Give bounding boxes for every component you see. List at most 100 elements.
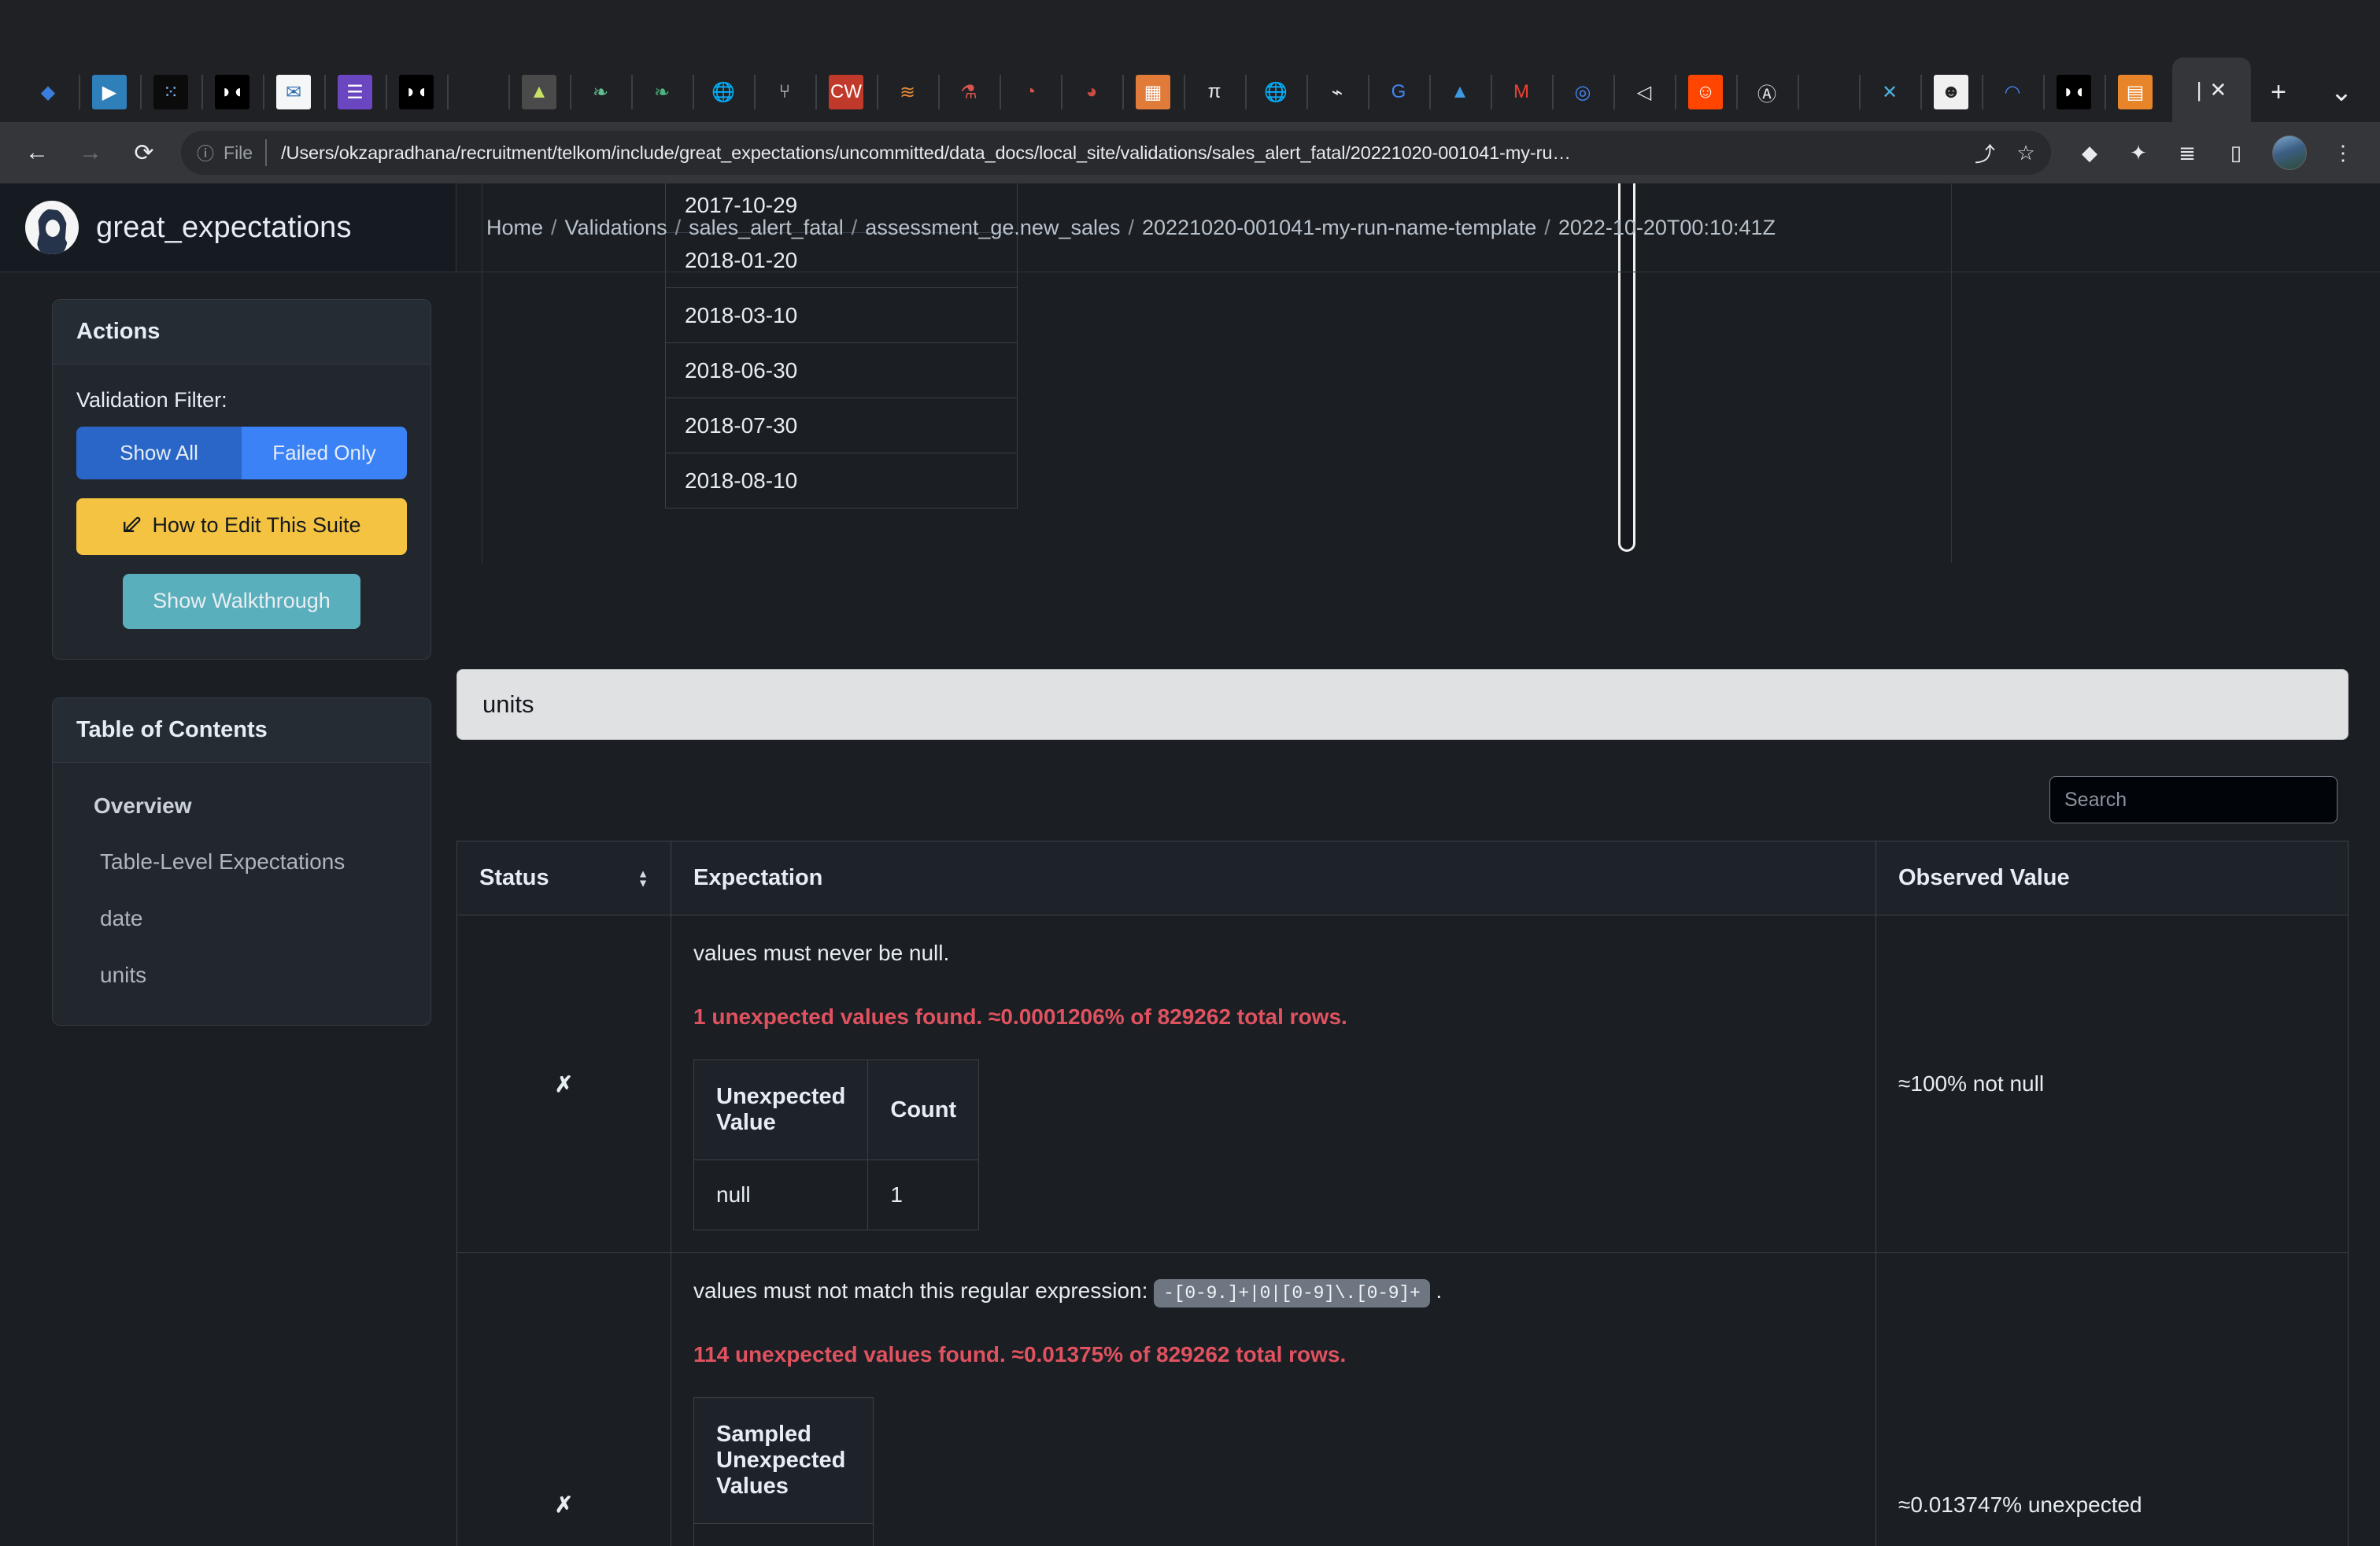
- breadcrumb-item-4[interactable]: 20221020-001041-my-run-name-template: [1142, 216, 1536, 239]
- tab-favicon-medium-2[interactable]: ◗◖: [386, 62, 447, 122]
- tab-favicon-layers-orange[interactable]: ≋: [877, 62, 938, 122]
- new-tab-button[interactable]: +: [2251, 62, 2306, 122]
- tab-favicon-ellipse-red[interactable]: ◔: [1000, 62, 1061, 122]
- tab-favicon-globe-blue[interactable]: 🌐: [693, 62, 754, 122]
- tab-favicon-gmail-glyph: M: [1504, 75, 1539, 109]
- toc-item-table-level-expectations[interactable]: Table-Level Expectations: [76, 842, 407, 882]
- tab-favicon-medium-3[interactable]: ◗◖: [2043, 62, 2105, 122]
- column-header-status[interactable]: Status ▲▼: [457, 841, 671, 915]
- url-text[interactable]: /Users/okzapradhana/recruitment/telkom/i…: [281, 142, 1964, 164]
- browser-menu-icon[interactable]: ⋮: [2319, 128, 2367, 177]
- expectation-text: values must not match this regular expre…: [693, 1275, 1853, 1306]
- toc-item-date[interactable]: date: [76, 899, 407, 938]
- extension-diamond-icon[interactable]: ◆: [2065, 128, 2114, 177]
- close-icon[interactable]: ✕: [2209, 78, 2227, 102]
- toc-item-overview[interactable]: Overview: [76, 786, 407, 826]
- unexpected-value-row: null1: [694, 1160, 979, 1230]
- tab-favicon-medium[interactable]: ◗◖: [201, 62, 263, 122]
- tab-favicon-app-orange[interactable]: ▦: [1122, 62, 1184, 122]
- chevron-down-icon[interactable]: ⌄: [2314, 62, 2369, 122]
- actions-panel: Actions Validation Filter: Show All Fail…: [52, 299, 431, 660]
- tab-favicon-google[interactable]: G: [1368, 62, 1429, 122]
- tab-favicon-stackoverflow[interactable]: ⌁: [1306, 62, 1368, 122]
- tab-favicon-reddit[interactable]: ☺: [1675, 62, 1736, 122]
- back-button[interactable]: ←: [13, 128, 61, 177]
- show-walkthrough-button[interactable]: Show Walkthrough: [123, 574, 360, 629]
- media-playlist-icon[interactable]: ≣: [2163, 128, 2212, 177]
- browser-window: ◆▶⁙◗◖✉☰◗◖▲❧❧🌐⑂CW≋⚗◔◕▦π🌐⌁G▲M◎◁☺Ⓐ✕☻◠◗◖▤ | …: [0, 0, 2380, 1546]
- tab-favicon-sound[interactable]: ◁: [1613, 62, 1675, 122]
- tab-favicon-pi-white[interactable]: π: [1184, 62, 1245, 122]
- tab-favicon-x-colorful[interactable]: ✕: [1859, 62, 1920, 122]
- tab-favicon-google-cloud[interactable]: ◠: [1982, 62, 2043, 122]
- tab-favicon-ellipse-red-2[interactable]: ◕: [1061, 62, 1122, 122]
- side-panel-icon[interactable]: ▯: [2212, 128, 2260, 177]
- tab-favicon-gmail[interactable]: M: [1491, 62, 1552, 122]
- puzzle-extensions-icon[interactable]: ✦: [2114, 128, 2163, 177]
- tab-favicon-profile-photo-glyph: ☻: [1934, 75, 1968, 109]
- tab-favicon-medium-3-glyph: ◗◖: [2057, 75, 2091, 109]
- column-header-expectation[interactable]: Expectation: [671, 841, 1876, 915]
- observed-value-cell: ≈100% not null: [1876, 915, 2349, 1253]
- failed-only-button[interactable]: Failed Only: [242, 427, 407, 479]
- page-body: Actions Validation Filter: Show All Fail…: [0, 272, 2380, 1546]
- avatar[interactable]: [2265, 128, 2314, 177]
- sort-arrows-icon[interactable]: ▲▼: [638, 870, 649, 886]
- active-tab[interactable]: | ✕: [2172, 57, 2251, 122]
- breadcrumb-item-0[interactable]: Home: [486, 216, 543, 239]
- expectation-cell: values must never be null.1 unexpected v…: [671, 915, 1876, 1253]
- tab-favicon-leaf-green[interactable]: ❧: [570, 62, 631, 122]
- breadcrumb-item-5[interactable]: 2022-10-20T00:10:41Z: [1558, 216, 1776, 239]
- tab-favicon-book-orange[interactable]: ▤: [2105, 62, 2166, 122]
- brand[interactable]: great_expectations: [0, 183, 456, 272]
- tab-favicon-stackoverflow-glyph: ⌁: [1320, 75, 1354, 109]
- show-all-button[interactable]: Show All: [76, 427, 242, 479]
- tab-favicon-list-purple[interactable]: ☰: [324, 62, 386, 122]
- tab-favicon-cw-red[interactable]: CW: [815, 62, 877, 122]
- tab-favicon-leaf-green-2[interactable]: ❧: [631, 62, 693, 122]
- column-header-observed-value[interactable]: Observed Value: [1876, 841, 2349, 915]
- tab-favicon-globe-grey[interactable]: 🌐: [1245, 62, 1306, 122]
- validation-filter-label: Validation Filter:: [76, 388, 407, 412]
- section-header-units: units: [456, 669, 2349, 740]
- toolbar-icon-group: ◆✦≣▯: [2065, 128, 2260, 177]
- tab-favicon-astronomer[interactable]: ▲: [508, 62, 570, 122]
- tab-favicon-flask-red[interactable]: ⚗: [938, 62, 1000, 122]
- breadcrumb-separator: /: [675, 216, 682, 239]
- address-bar[interactable]: ⓘ File /Users/okzapradhana/recruitment/t…: [181, 131, 2051, 175]
- toc-item-units[interactable]: units: [76, 956, 407, 995]
- search-input[interactable]: [2049, 776, 2338, 823]
- unexpected-value-cell: null: [694, 1160, 868, 1230]
- bookmark-star-icon[interactable]: ☆: [2005, 132, 2046, 173]
- tab-favicon-github-2[interactable]: [1798, 62, 1859, 122]
- validation-filter-group: Show All Failed Only: [76, 427, 407, 479]
- search-row: [456, 740, 2349, 841]
- tab-favicon-github[interactable]: [447, 62, 508, 122]
- site-info-icon[interactable]: ⓘ: [197, 140, 214, 165]
- tab-favicon-dots-dark[interactable]: ⁙: [140, 62, 201, 122]
- tab-favicon-trident[interactable]: ⑂: [754, 62, 815, 122]
- share-icon[interactable]: ⤴: [1964, 132, 2005, 173]
- tab-favicon-search-blue[interactable]: ◎: [1552, 62, 1613, 122]
- breadcrumb-item-1[interactable]: Validations: [565, 216, 667, 239]
- tab-favicon-mail-envelope[interactable]: ✉: [263, 62, 324, 122]
- tab-favicon-profile-photo[interactable]: ☻: [1920, 62, 1982, 122]
- reload-button[interactable]: ⟳: [120, 128, 168, 177]
- omnibox-divider: [265, 139, 267, 166]
- tab-favicon-medium-glyph: ◗◖: [215, 75, 249, 109]
- breadcrumb-item-2[interactable]: sales_alert_fatal: [689, 216, 844, 239]
- breadcrumb-item-3[interactable]: assessment_ge.new_sales: [865, 216, 1120, 239]
- tab-favicon-diamond-blue[interactable]: ◆: [17, 62, 79, 122]
- unexpected-value-cell: 10: [694, 1524, 874, 1546]
- sidebar: Actions Validation Filter: Show All Fail…: [0, 272, 456, 1546]
- forward-button[interactable]: →: [66, 128, 115, 177]
- toc-title: Table of Contents: [53, 698, 431, 763]
- tab-favicon-drive[interactable]: ▲: [1429, 62, 1491, 122]
- tab-favicon-play-blue[interactable]: ▶: [79, 62, 140, 122]
- how-to-edit-suite-button[interactable]: How to Edit This Suite: [76, 498, 407, 555]
- unexpected-value-row: 10: [694, 1524, 874, 1546]
- unexpected-values-header-row: Unexpected ValueCount: [694, 1060, 979, 1160]
- tab-favicon-a-circle[interactable]: Ⓐ: [1736, 62, 1798, 122]
- unexpected-values-table: Sampled Unexpected Values1001.5: [693, 1397, 874, 1546]
- breadcrumb-separator: /: [1544, 216, 1550, 239]
